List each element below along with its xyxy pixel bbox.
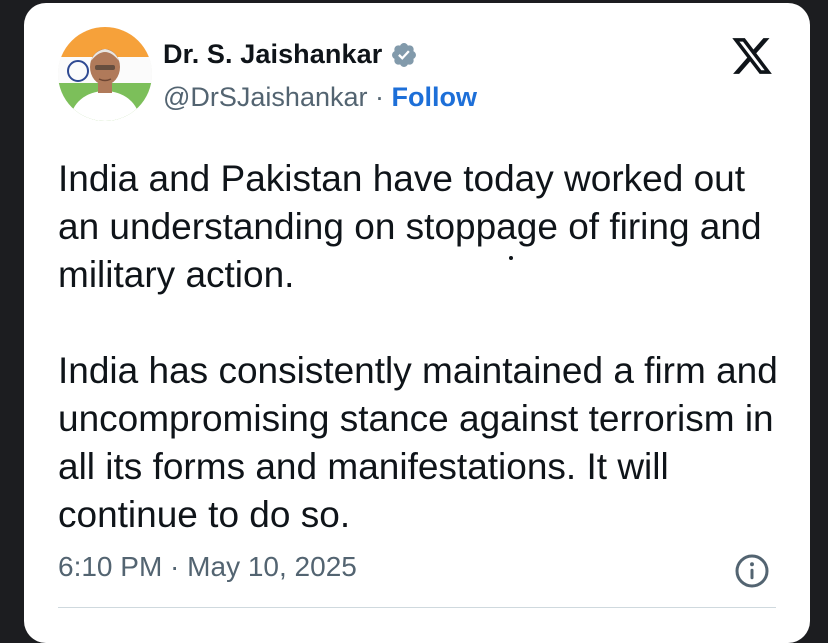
handle-separator: · — [367, 82, 392, 112]
tweet-date: May 10, 2025 — [187, 551, 357, 582]
author-name[interactable]: Dr. S. Jaishankar — [163, 39, 382, 70]
stray-dot — [509, 256, 513, 260]
author-name-row: Dr. S. Jaishankar — [163, 39, 418, 70]
divider — [58, 607, 776, 608]
info-icon[interactable] — [734, 553, 770, 589]
tweet-paragraph: India and Pakistan have today worked out… — [58, 158, 762, 295]
tweet-time: 6:10 PM — [58, 551, 163, 582]
avatar-image — [58, 27, 152, 121]
tweet-paragraph: India has consistently maintained a firm… — [58, 350, 778, 535]
tweet-timestamp[interactable]: 6:10 PM · May 10, 2025 — [58, 551, 357, 583]
x-logo-icon[interactable] — [729, 34, 775, 78]
follow-button[interactable]: Follow — [391, 82, 476, 112]
author-handle[interactable]: @DrSJaishankar — [163, 82, 367, 112]
tweet-card: Dr. S. Jaishankar @DrSJaishankar · Follo… — [24, 3, 810, 643]
verified-badge-icon — [392, 42, 417, 67]
author-handle-row: @DrSJaishankar · Follow — [163, 82, 477, 113]
avatar[interactable] — [58, 27, 152, 121]
tweet-text: India and Pakistan have today worked out… — [58, 155, 788, 539]
meta-separator: · — [162, 551, 188, 582]
